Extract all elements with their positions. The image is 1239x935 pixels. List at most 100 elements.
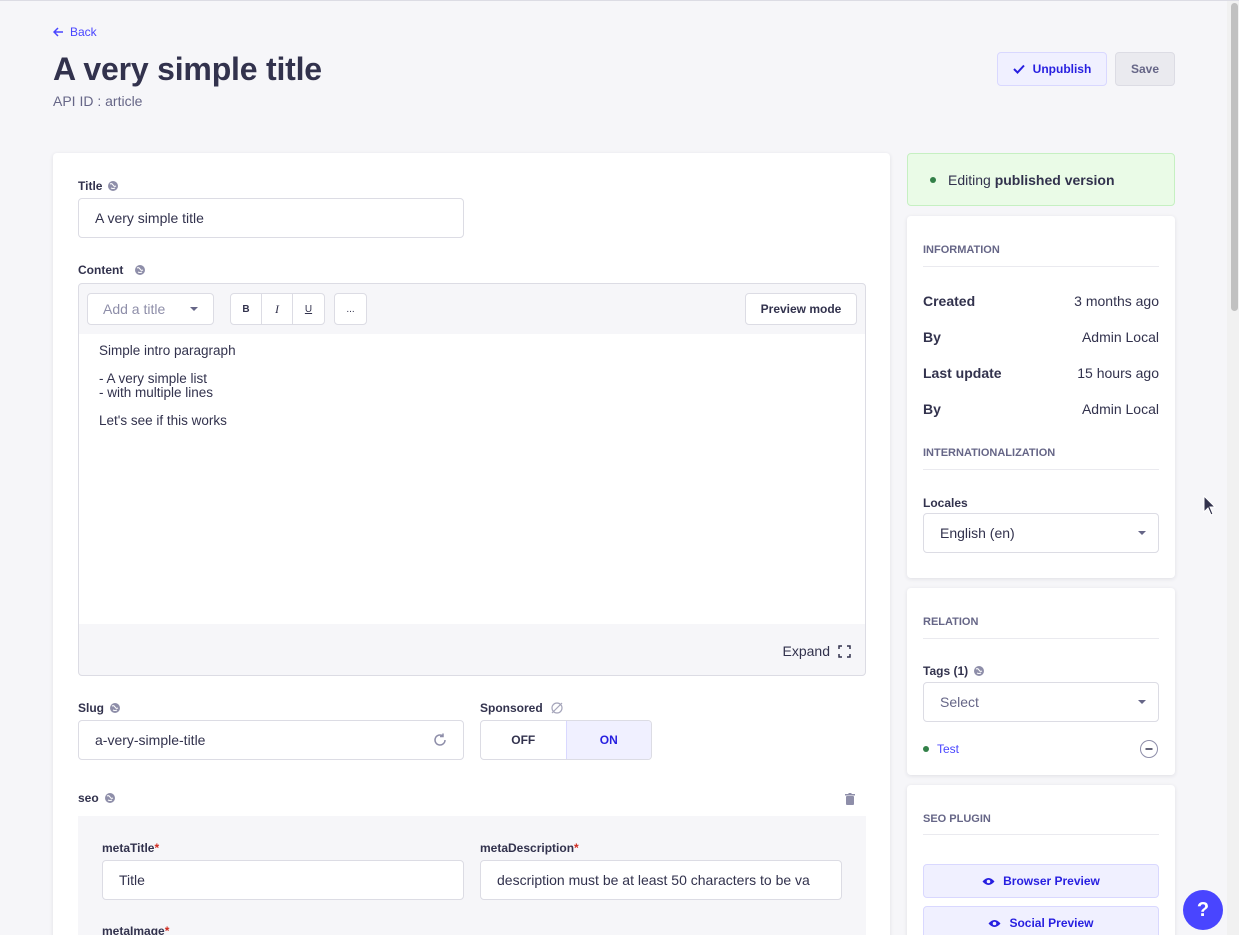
preview-mode-button[interactable]: Preview mode bbox=[745, 293, 857, 325]
caret-down-icon bbox=[1138, 700, 1146, 704]
toggle-on-option[interactable]: ON bbox=[565, 721, 651, 759]
information-title: Information bbox=[923, 244, 1000, 256]
globe-off-icon bbox=[551, 702, 563, 714]
scrollbar-thumb[interactable] bbox=[1231, 3, 1238, 311]
globe-icon bbox=[135, 265, 146, 275]
information-card: Information Created 3 months ago By Admi… bbox=[907, 216, 1175, 578]
status-dot bbox=[930, 176, 936, 183]
social-preview-label: Social Preview bbox=[1009, 916, 1094, 930]
caret-down-icon bbox=[190, 307, 198, 311]
info-value: 15 hours ago bbox=[1077, 365, 1159, 381]
editor-line: - with multiple lines bbox=[99, 385, 214, 400]
info-row: Created 3 months ago bbox=[923, 293, 1159, 309]
slug-input[interactable]: a-very-simple-title bbox=[78, 720, 464, 760]
editor-line: - A very simple list bbox=[99, 371, 208, 386]
eye-icon bbox=[988, 919, 1001, 927]
expand-icon bbox=[838, 644, 851, 658]
title-input[interactable]: A very simple title bbox=[78, 198, 464, 238]
arrow-left-icon bbox=[53, 27, 63, 37]
seo-component-label: seo bbox=[78, 791, 116, 805]
relation-card: Relation Tags (1) Select Test bbox=[907, 588, 1175, 775]
editor-line: Let's see if this works bbox=[99, 413, 227, 428]
refresh-icon[interactable] bbox=[433, 733, 447, 747]
rich-text-editor: Add a title B I U ... Preview mode Simpl… bbox=[78, 283, 866, 676]
more-button-group: ... bbox=[334, 293, 367, 325]
title-label-text: Title bbox=[78, 179, 103, 193]
content-field-label: Content bbox=[78, 263, 146, 277]
publish-status-banner: Editing published version bbox=[907, 153, 1175, 206]
info-value: Admin Local bbox=[1081, 401, 1159, 417]
expand-button[interactable]: Expand bbox=[783, 643, 851, 659]
sponsored-toggle[interactable]: OFF ON bbox=[480, 720, 652, 760]
info-key: Last update bbox=[923, 365, 1002, 381]
bold-button[interactable]: B bbox=[231, 294, 262, 324]
caret-down-icon bbox=[1138, 531, 1146, 535]
required-mark: * bbox=[154, 841, 160, 855]
info-value: Admin Local bbox=[1081, 329, 1159, 345]
sponsored-label-text: Sponsored bbox=[480, 701, 543, 715]
meta-description-input[interactable]: description must be at least 50 characte… bbox=[480, 860, 842, 900]
divider bbox=[923, 834, 1159, 835]
locale-value: English (en) bbox=[940, 525, 1015, 541]
editor-line: Simple intro paragraph bbox=[99, 343, 236, 358]
page-title: A very simple title bbox=[53, 51, 322, 87]
tags-select[interactable]: Select bbox=[923, 682, 1159, 722]
tag-link[interactable]: Test bbox=[937, 742, 959, 756]
locale-select[interactable]: English (en) bbox=[923, 513, 1159, 553]
globe-icon bbox=[108, 181, 119, 191]
trash-icon[interactable] bbox=[845, 793, 855, 805]
info-key: By bbox=[923, 401, 941, 417]
required-mark: * bbox=[164, 924, 170, 935]
content-label-text: Content bbox=[78, 263, 124, 277]
save-button[interactable]: Save bbox=[1115, 52, 1175, 86]
tags-label-text: Tags (1) bbox=[923, 664, 969, 678]
tag-item-content: Test bbox=[923, 742, 959, 756]
slug-field-label: Slug bbox=[78, 701, 121, 715]
divider bbox=[923, 638, 1159, 639]
social-preview-button[interactable]: Social Preview bbox=[923, 906, 1159, 935]
seo-label-text: seo bbox=[78, 791, 99, 805]
meta-title-input[interactable]: Title bbox=[102, 860, 464, 900]
more-button[interactable]: ... bbox=[335, 294, 366, 324]
heading-select[interactable]: Add a title bbox=[87, 293, 214, 325]
back-label: Back bbox=[70, 25, 97, 39]
seo-plugin-card: SEO Plugin Browser Preview Social Previe… bbox=[907, 785, 1175, 935]
browser-preview-button[interactable]: Browser Preview bbox=[923, 864, 1159, 898]
editor-text-area[interactable]: Simple intro paragraph - A very simple l… bbox=[79, 334, 865, 624]
info-value: 3 months ago bbox=[1074, 293, 1159, 309]
info-row: By Admin Local bbox=[923, 329, 1159, 345]
unpublish-button[interactable]: Unpublish bbox=[997, 52, 1107, 86]
globe-icon bbox=[110, 703, 120, 713]
status-bold: published version bbox=[994, 171, 1115, 188]
mouse-cursor-icon bbox=[1203, 495, 1217, 516]
info-key: By bbox=[923, 329, 941, 345]
back-link[interactable]: Back bbox=[53, 25, 97, 39]
sponsored-field-label: Sponsored bbox=[480, 701, 563, 715]
help-button[interactable]: ? bbox=[1183, 890, 1223, 930]
toggle-off-option[interactable]: OFF bbox=[481, 721, 566, 759]
status-prefix: Editing bbox=[948, 171, 995, 188]
required-mark: * bbox=[574, 841, 579, 855]
unpublish-label: Unpublish bbox=[1032, 62, 1092, 76]
i18n-title: Internationalization bbox=[923, 447, 1056, 459]
meta-description-label: metaDescription* bbox=[480, 841, 579, 855]
info-row: By Admin Local bbox=[923, 401, 1159, 417]
remove-circle-icon[interactable] bbox=[1139, 739, 1159, 759]
info-key: Created bbox=[923, 293, 976, 309]
meta-title-label: metaTitle* bbox=[102, 841, 159, 855]
browser-preview-label: Browser Preview bbox=[1003, 874, 1100, 888]
locales-label: Locales bbox=[923, 496, 968, 510]
tag-status-dot bbox=[923, 746, 929, 752]
title-field-label: Title bbox=[78, 179, 119, 193]
meta-image-label: metaImage* bbox=[102, 924, 169, 935]
meta-description-label-text: metaDescription bbox=[480, 841, 575, 855]
meta-title-label-text: metaTitle bbox=[102, 841, 155, 855]
italic-button[interactable]: I bbox=[262, 294, 293, 324]
tags-select-placeholder: Select bbox=[940, 694, 979, 710]
slug-value: a-very-simple-title bbox=[95, 732, 206, 748]
underline-button[interactable]: U bbox=[293, 294, 324, 324]
meta-image-label-text: metaImage bbox=[102, 924, 165, 935]
tag-item: Test bbox=[923, 739, 1159, 759]
tags-label: Tags (1) bbox=[923, 664, 985, 678]
check-icon bbox=[1012, 64, 1025, 74]
